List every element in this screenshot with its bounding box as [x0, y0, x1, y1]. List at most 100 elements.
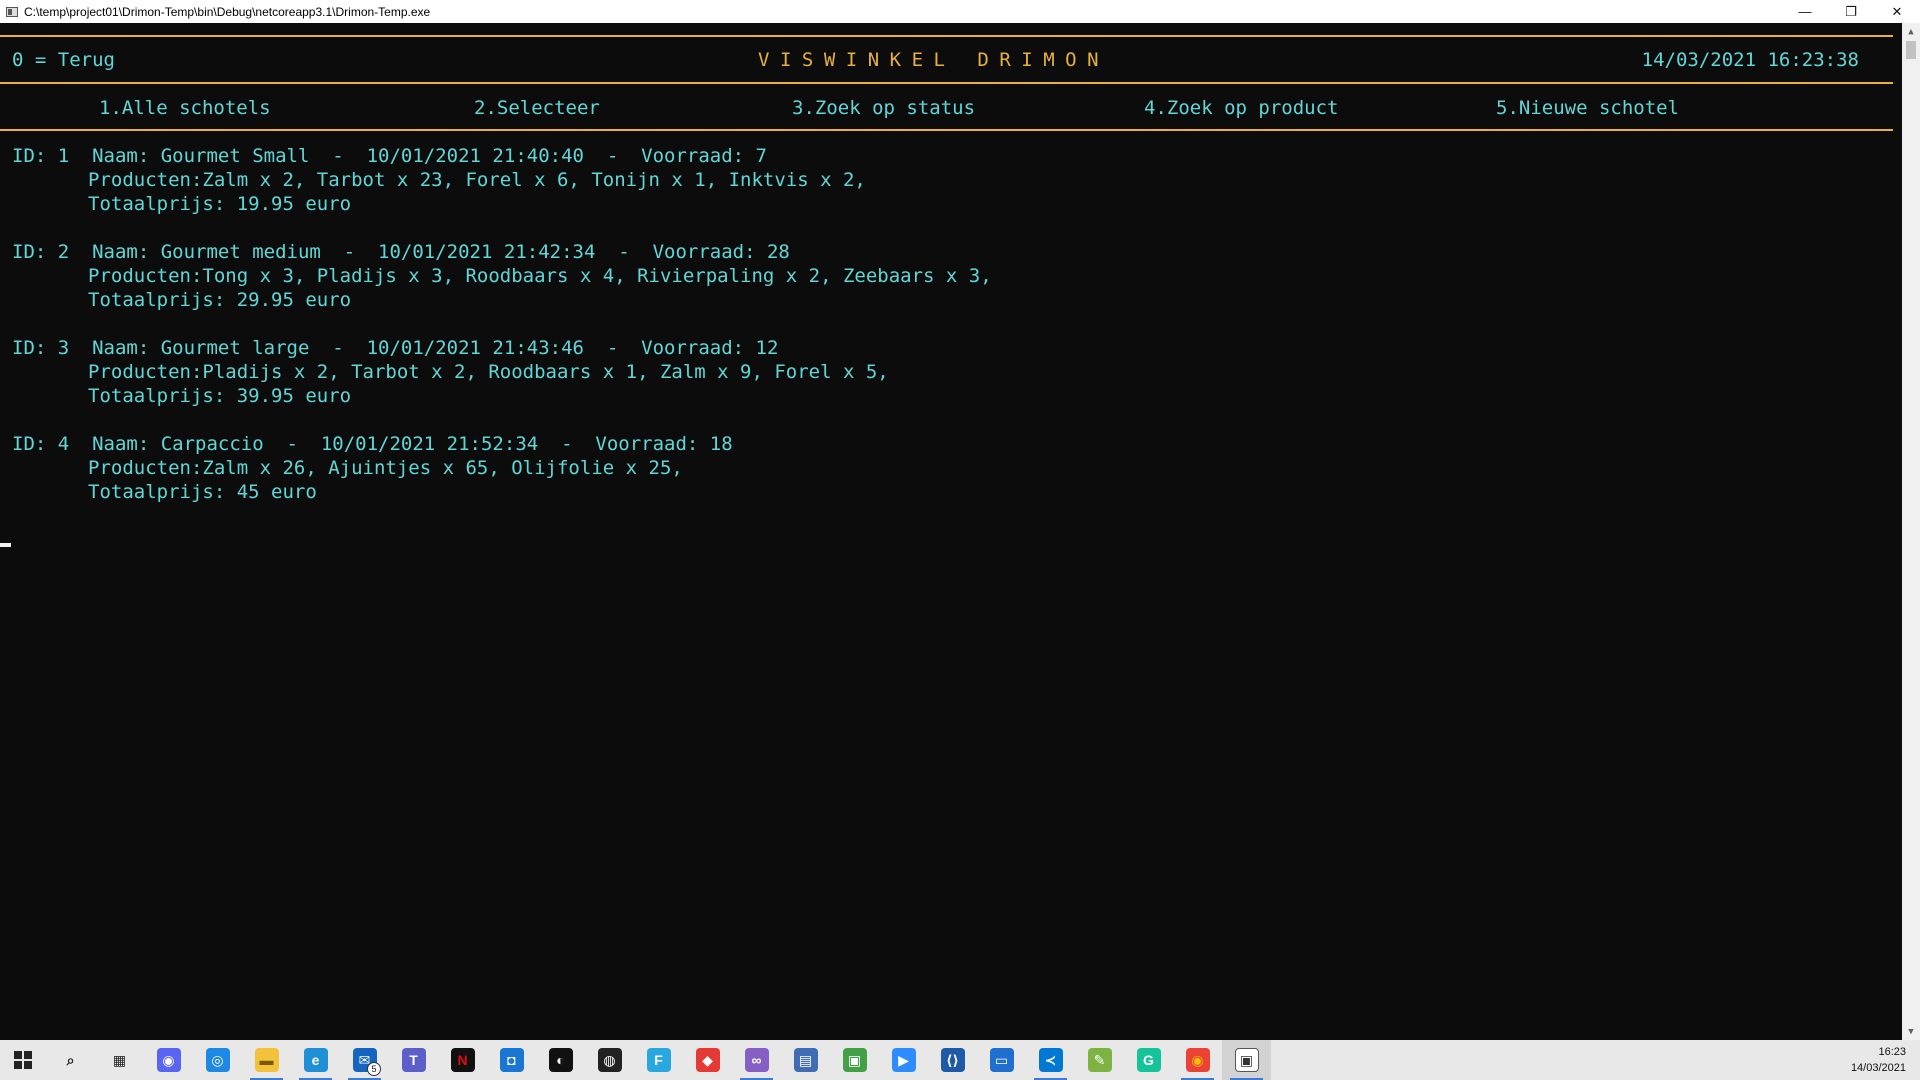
- taskbar-app-app-blue[interactable]: ◘: [487, 1040, 536, 1080]
- scrollbar-thumb[interactable]: [1906, 41, 1916, 59]
- dish-products: Producten:Pladijs x 2, Tarbot x 2, Roodb…: [88, 361, 889, 383]
- menu-item-search-product[interactable]: 4.Zoek op product: [1144, 97, 1338, 119]
- back-option: 0 = Terug: [12, 49, 115, 71]
- taskbar-pinned-apps: ⌕ ▦ ◉ ◎ ▬ e ✉ 5 T N ◘ ◐ ◍ F ◆ ∞ ▤ ▣ ▶ ⟨⟩ ▭ ≺ ✎ G ◉ ▣: [46, 1040, 1271, 1080]
- menu-item-new-dish[interactable]: 5.Nieuwe schotel: [1496, 97, 1679, 119]
- vscode-icon: ≺: [1038, 1048, 1063, 1072]
- app-circle-icon: ◎: [205, 1048, 230, 1072]
- system-clock[interactable]: 16:23 14/03/2021: [1851, 1044, 1906, 1076]
- dish-products: Producten:Zalm x 26, Ajuintjes x 65, Oli…: [88, 457, 683, 479]
- list-item: ID: 2 Naam: Gourmet medium - 10/01/2021 …: [12, 240, 992, 336]
- dish-total-price: Totaalprijs: 45 euro: [88, 481, 317, 503]
- dish-total-price: Totaalprijs: 39.95 euro: [88, 385, 352, 407]
- current-datetime: 14/03/2021 16:23:38: [1641, 49, 1859, 71]
- dish-list: ID: 1 Naam: Gourmet Small - 10/01/2021 2…: [12, 144, 992, 528]
- taskbar-app-app-code[interactable]: ⟨⟩: [928, 1040, 977, 1080]
- taskbar-app-mail[interactable]: ✉ 5: [340, 1040, 389, 1080]
- vertical-scrollbar[interactable]: ▲ ▼: [1902, 23, 1920, 1040]
- chrome-icon: ◉: [1185, 1048, 1210, 1072]
- taskbar-app-app-f[interactable]: F: [634, 1040, 683, 1080]
- taskbar-app-app-printer[interactable]: ▤: [781, 1040, 830, 1080]
- app-dark-icon: ◍: [597, 1048, 622, 1072]
- clock-date: 14/03/2021: [1850, 1062, 1906, 1074]
- dish-summary: ID: 4 Naam: Carpaccio - 10/01/2021 21:52…: [12, 433, 733, 455]
- list-item: ID: 4 Naam: Carpaccio - 10/01/2021 21:52…: [12, 432, 992, 528]
- taskbar-app-teams[interactable]: T: [389, 1040, 438, 1080]
- menu-item-select[interactable]: 2.Selecteer: [474, 97, 600, 119]
- list-item: ID: 3 Naam: Gourmet large - 10/01/2021 2…: [12, 336, 992, 432]
- app-code-icon: ⟨⟩: [940, 1048, 965, 1072]
- taskbar-app-app-green[interactable]: ▣: [830, 1040, 879, 1080]
- visual-studio-icon: ∞: [744, 1048, 769, 1072]
- taskbar-app-app-dark[interactable]: ◍: [585, 1040, 634, 1080]
- start-button[interactable]: [0, 1040, 46, 1080]
- text-cursor: [0, 543, 11, 547]
- taskbar-app-app-notepad[interactable]: ✎: [1075, 1040, 1124, 1080]
- app-window-icon: ▭: [989, 1048, 1014, 1072]
- taskbar-app-vscode[interactable]: ≺: [1026, 1040, 1075, 1080]
- grammarly-icon: G: [1136, 1048, 1161, 1072]
- github-icon: ◐: [548, 1048, 573, 1072]
- taskbar-app-discord[interactable]: ◉: [144, 1040, 193, 1080]
- header-bottom-rule: [0, 129, 1893, 131]
- dish-total-price: Totaalprijs: 19.95 euro: [88, 193, 352, 215]
- taskbar-app-github[interactable]: ◐: [536, 1040, 585, 1080]
- header-middle-rule: [0, 82, 1893, 84]
- header-row: 0 = Terug VISWINKEL DRIMON 14/03/2021 16…: [0, 49, 1893, 79]
- taskbar: ⌕ ▦ ◉ ◎ ▬ e ✉ 5 T N ◘ ◐ ◍ F ◆ ∞ ▤ ▣ ▶ ⟨⟩ ▭ ≺ ✎ G ◉ ▣ 16:23 14/03/…: [0, 1040, 1920, 1080]
- file-explorer-icon: ▬: [254, 1048, 279, 1072]
- window-controls: — ❐ ✕: [1782, 0, 1920, 23]
- search-icon: ⌕: [58, 1048, 83, 1072]
- app-blue-icon: ◘: [499, 1048, 524, 1072]
- main-menu: 1.Alle schotels 2.Selecteer 3.Zoek op st…: [0, 97, 1893, 127]
- app-green-icon: ▣: [842, 1048, 867, 1072]
- restore-button[interactable]: ❐: [1828, 0, 1874, 23]
- zoom-icon: ▶: [891, 1048, 916, 1072]
- app-printer-icon: ▤: [793, 1048, 818, 1072]
- clock-time: 16:23: [1878, 1046, 1906, 1058]
- dish-summary: ID: 3 Naam: Gourmet large - 10/01/2021 2…: [12, 337, 779, 359]
- dish-total-price: Totaalprijs: 29.95 euro: [88, 289, 352, 311]
- menu-item-search-status[interactable]: 3.Zoek op status: [792, 97, 975, 119]
- console-app-icon: [6, 6, 18, 17]
- taskbar-app-file-explorer[interactable]: ▬: [242, 1040, 291, 1080]
- app-notepad-icon: ✎: [1087, 1048, 1112, 1072]
- taskbar-app-search[interactable]: ⌕: [46, 1040, 95, 1080]
- app-red-icon: ◆: [695, 1048, 720, 1072]
- taskbar-app-chrome[interactable]: ◉: [1173, 1040, 1222, 1080]
- task-view-icon: ▦: [107, 1048, 132, 1072]
- scroll-up-icon[interactable]: ▲: [1902, 23, 1920, 40]
- list-item: ID: 1 Naam: Gourmet Small - 10/01/2021 2…: [12, 144, 992, 240]
- taskbar-app-terminal[interactable]: ▣: [1222, 1040, 1271, 1080]
- console-output[interactable]: 0 = Terug VISWINKEL DRIMON 14/03/2021 16…: [0, 23, 1902, 1040]
- discord-icon: ◉: [156, 1048, 181, 1072]
- menu-item-all-dishes[interactable]: 1.Alle schotels: [99, 97, 271, 119]
- taskbar-app-netflix[interactable]: N: [438, 1040, 487, 1080]
- dish-products: Producten:Tong x 3, Pladijs x 3, Roodbaa…: [88, 265, 992, 287]
- shop-title: VISWINKEL DRIMON: [758, 49, 1110, 71]
- dish-summary: ID: 2 Naam: Gourmet medium - 10/01/2021 …: [12, 241, 790, 263]
- dish-summary: ID: 1 Naam: Gourmet Small - 10/01/2021 2…: [12, 145, 767, 167]
- windows-logo-icon: [14, 1051, 32, 1069]
- terminal-icon: ▣: [1234, 1048, 1259, 1072]
- window-title: C:\temp\project01\Drimon-Temp\bin\Debug\…: [24, 4, 431, 19]
- taskbar-app-edge[interactable]: e: [291, 1040, 340, 1080]
- taskbar-app-app-window[interactable]: ▭: [977, 1040, 1026, 1080]
- window-titlebar[interactable]: C:\temp\project01\Drimon-Temp\bin\Debug\…: [0, 0, 1920, 23]
- taskbar-app-task-view[interactable]: ▦: [95, 1040, 144, 1080]
- teams-icon: T: [401, 1048, 426, 1072]
- minimize-button[interactable]: —: [1782, 0, 1828, 23]
- taskbar-app-zoom[interactable]: ▶: [879, 1040, 928, 1080]
- taskbar-app-app-circle[interactable]: ◎: [193, 1040, 242, 1080]
- netflix-icon: N: [450, 1048, 475, 1072]
- header-top-rule: [0, 35, 1893, 37]
- app-f-icon: F: [646, 1048, 671, 1072]
- taskbar-app-grammarly[interactable]: G: [1124, 1040, 1173, 1080]
- taskbar-app-visual-studio[interactable]: ∞: [732, 1040, 781, 1080]
- scroll-down-icon[interactable]: ▼: [1902, 1023, 1920, 1040]
- mail-badge: 5: [367, 1062, 381, 1076]
- close-button[interactable]: ✕: [1874, 0, 1920, 23]
- taskbar-app-app-red[interactable]: ◆: [683, 1040, 732, 1080]
- dish-products: Producten:Zalm x 2, Tarbot x 23, Forel x…: [88, 169, 866, 191]
- edge-icon: e: [303, 1048, 328, 1072]
